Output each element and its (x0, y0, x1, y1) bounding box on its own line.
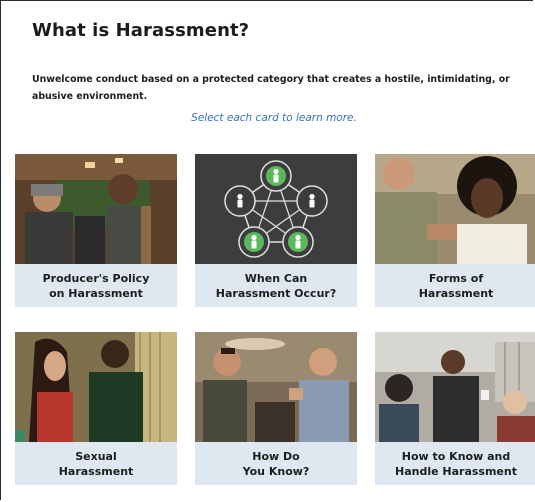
card-label-line2: Harassment Occur? (215, 286, 337, 300)
card-label-line2: on Harassment (49, 286, 143, 300)
card-image-how-do-you-know (195, 332, 357, 442)
card-label-how-to-know-and-handle: How to Know and Handle Harassment (375, 442, 535, 485)
card-forms-of-harassment[interactable]: Forms of Harassment (375, 154, 535, 307)
card-label-forms-of-harassment: Forms of Harassment (375, 264, 535, 307)
card-label-sexual-harassment: Sexual Harassment (15, 442, 177, 485)
card-image-sexual-harassment (15, 332, 177, 442)
card-label-line1: How to Know and (401, 449, 511, 463)
page-title: What is Harassment? (32, 20, 250, 41)
card-label-line2: Harassment (58, 464, 134, 478)
card-how-do-you-know[interactable]: How Do You Know? (195, 332, 357, 485)
card-sexual-harassment[interactable]: Sexual Harassment (15, 332, 177, 485)
card-image-producers-policy (15, 154, 177, 264)
card-label-line2: Handle Harassment (395, 464, 517, 478)
person-network-diagram-icon (195, 154, 357, 264)
card-label-line1: When Can (244, 271, 308, 285)
card-when-can-harassment-occur[interactable]: When Can Harassment Occur? (195, 154, 357, 307)
card-label-how-do-you-know: How Do You Know? (195, 442, 357, 485)
card-how-to-know-and-handle[interactable]: How to Know and Handle Harassment (375, 332, 535, 485)
card-label-line1: Sexual (75, 449, 117, 463)
card-label-line1: Forms of (428, 271, 484, 285)
card-label-when-can-harassment-occur: When Can Harassment Occur? (195, 264, 357, 307)
card-image-forms-of-harassment (375, 154, 535, 264)
harassment-definition: Unwelcome conduct based on a protected c… (32, 74, 510, 102)
card-label-line1: How Do (252, 449, 300, 463)
card-label-line1: Producer's Policy (42, 271, 150, 285)
card-image-how-to-know-and-handle (375, 332, 535, 442)
content-frame: What is Harassment? Unwelcome conduct ba… (0, 0, 535, 500)
card-label-line2: Harassment (418, 286, 494, 300)
card-producers-policy[interactable]: Producer's Policy on Harassment (15, 154, 177, 307)
card-label-producers-policy: Producer's Policy on Harassment (15, 264, 177, 307)
instruction-text: Select each card to learn more. (191, 112, 357, 124)
card-label-line2: You Know? (242, 464, 310, 478)
